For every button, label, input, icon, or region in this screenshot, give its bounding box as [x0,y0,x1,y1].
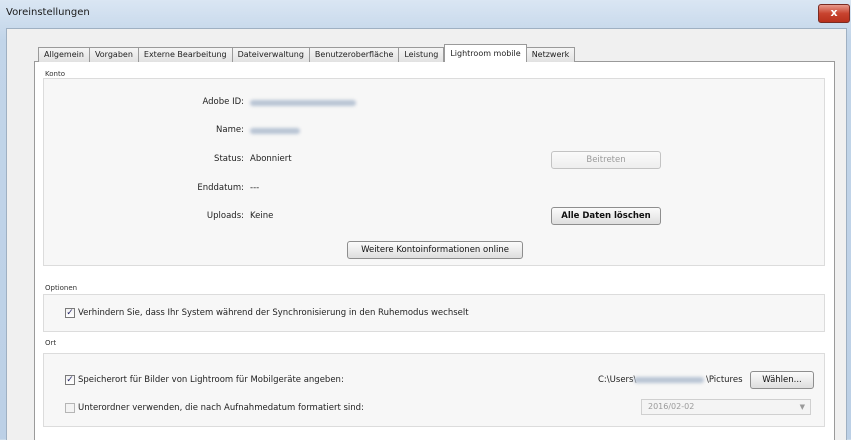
adobe-id-value-redacted [250,100,356,106]
alle-daten-loeschen-button[interactable]: Alle Daten löschen [551,207,661,225]
tab-benutzeroberflaeche[interactable]: Benutzeroberfläche [309,47,400,62]
tab-page-lightroom-mobile: Konto Adobe ID: Name: Status: Abonniert … [34,61,835,440]
optionen-group-label: Optionen [45,284,78,292]
tab-vorgaben[interactable]: Vorgaben [89,47,139,62]
tab-netzwerk[interactable]: Netzwerk [526,47,576,62]
tab-externe-bearbeitung[interactable]: Externe Bearbeitung [138,47,233,62]
enddatum-label: Enddatum: [197,183,244,193]
adobe-id-label: Adobe ID: [202,97,244,107]
optionen-group: ✓ Verhindern Sie, dass Ihr System währen… [43,294,825,332]
weitere-kontoinformationen-button[interactable]: Weitere Kontoinformationen online [347,241,523,259]
preferences-window: Voreinstellungen x Allgemein Vorgaben Ex… [0,0,851,440]
ruhemodus-checkbox[interactable]: ✓ [65,308,75,318]
unterordner-checkbox[interactable] [65,403,75,413]
status-label: Status: [214,154,244,164]
konto-group: Adobe ID: Name: Status: Abonniert Beitre… [43,78,825,266]
close-button[interactable]: x [818,4,850,23]
tab-dateiverwaltung[interactable]: Dateiverwaltung [232,47,310,62]
ruhemodus-label: Verhindern Sie, dass Ihr System während … [78,308,469,318]
date-format-select[interactable]: 2016/02-02 ▼ [641,399,811,415]
tab-leistung[interactable]: Leistung [399,47,445,62]
date-format-value: 2016/02-02 [648,402,695,411]
ort-group-label: Ort [45,339,57,347]
beitreten-button[interactable]: Beitreten [551,151,661,169]
status-value: Abonniert [250,154,292,164]
ort-group: ✓ Speicherort für Bilder von Lightroom f… [43,353,825,427]
speicherort-checkbox[interactable]: ✓ [65,375,75,385]
uploads-label: Uploads: [206,211,244,221]
title-bar[interactable]: Voreinstellungen x [0,0,851,28]
name-label: Name: [216,125,244,135]
tab-allgemein[interactable]: Allgemein [38,47,90,62]
path-username-redacted [634,377,704,383]
unterordner-label: Unterordner verwenden, die nach Aufnahme… [78,403,364,413]
tab-lightroom-mobile[interactable]: Lightroom mobile [444,44,527,62]
name-value-redacted [250,128,300,134]
enddatum-value: --- [250,183,260,193]
window-title: Voreinstellungen [6,7,90,18]
konto-group-label: Konto [45,70,65,78]
speicherort-label: Speicherort für Bilder von Lightroom für… [78,375,344,385]
waehlen-button[interactable]: Wählen... [750,371,814,389]
path-prefix: C:\Users\ [598,375,637,385]
chevron-down-icon: ▼ [799,403,805,411]
path-suffix: \Pictures [706,375,743,385]
uploads-value: Keine [250,211,274,221]
tab-bar: Allgemein Vorgaben Externe Bearbeitung D… [38,44,576,62]
